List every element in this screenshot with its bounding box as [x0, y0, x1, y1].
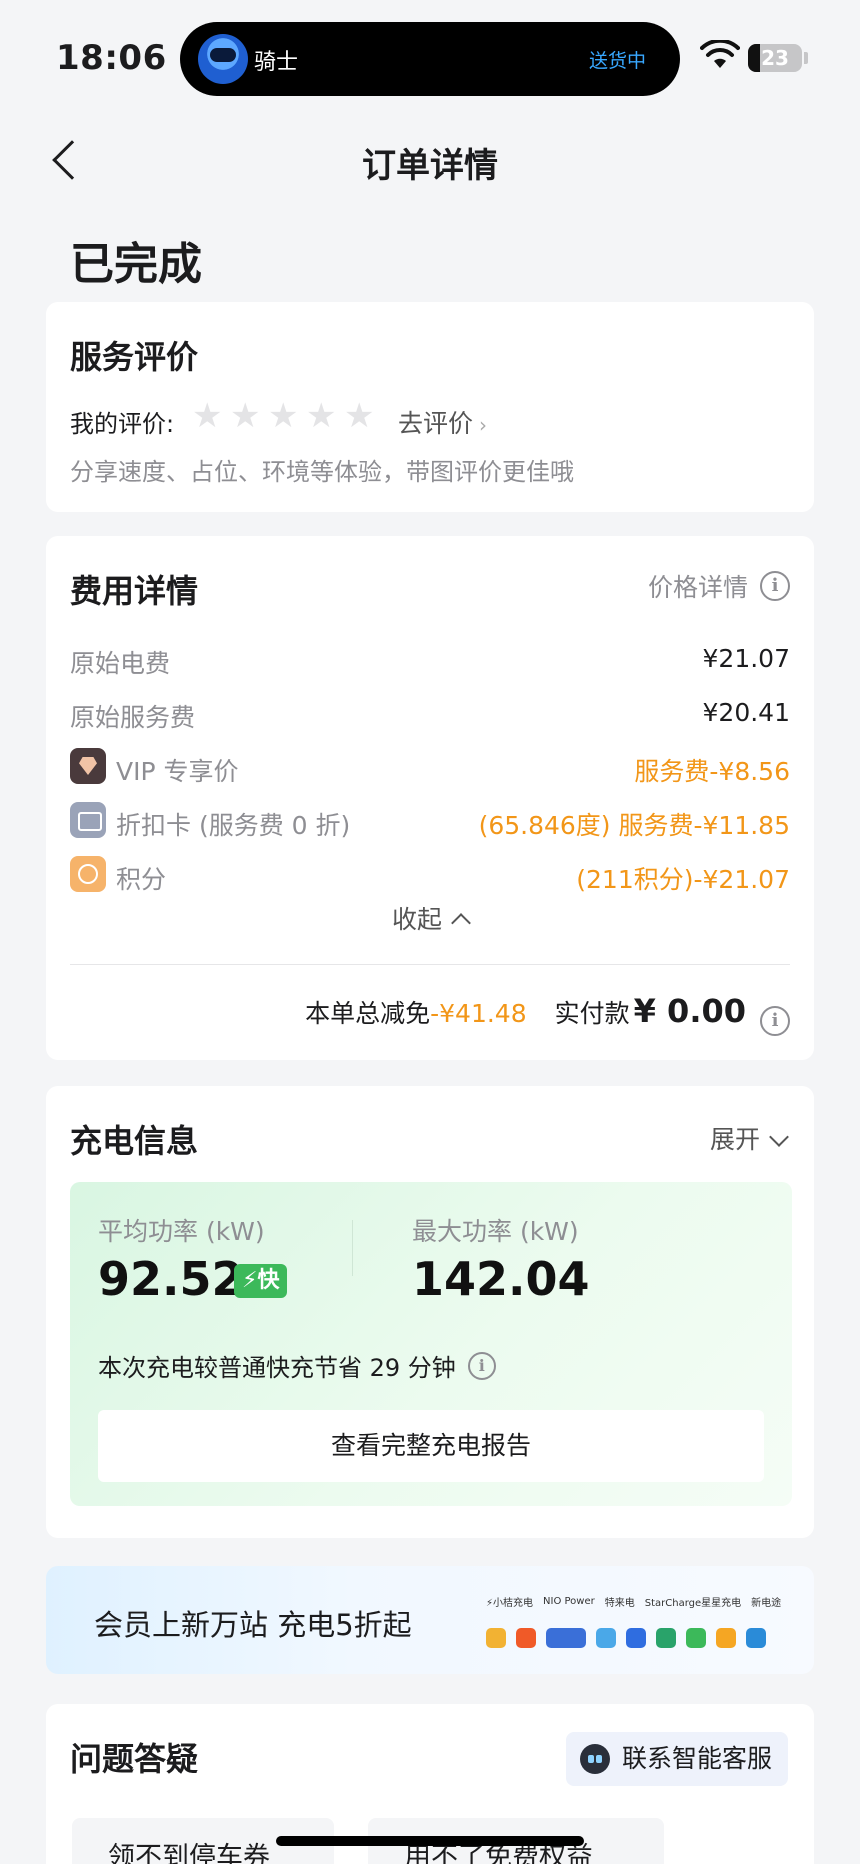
expand-toggle[interactable]: 展开: [709, 1120, 789, 1156]
fee-row-discount-card: 折扣卡 (服务费 0 折) (65.846度) 服务费-¥11.85: [70, 800, 790, 840]
robot-icon: [579, 1744, 610, 1774]
fee-row-points: 积分 (211积分)-¥21.07: [70, 854, 790, 894]
collapse-toggle[interactable]: 收起: [46, 900, 814, 936]
fee-row-electricity: 原始电费 ¥21.07: [70, 638, 790, 678]
status-bar: 18:06 骑士 送货中 23: [0, 0, 860, 110]
info-icon: i: [760, 571, 790, 601]
brand-icon: [656, 1628, 676, 1648]
avg-power-value: 92.52: [98, 1252, 244, 1306]
brand-icon: [626, 1628, 646, 1648]
brand-icon: [486, 1628, 506, 1648]
star-icon[interactable]: ★: [344, 398, 374, 434]
battery-icon: 23: [748, 44, 802, 72]
vip-icon: [70, 748, 106, 784]
payment-summary: 本单总减免 -¥41.48 实付款 ¥ 0.00 i: [305, 992, 790, 1036]
chevron-down-icon: [769, 1127, 789, 1147]
price-detail-label: 价格详情: [647, 573, 748, 602]
paid-amount: ¥ 0.00: [633, 992, 746, 1030]
star-icon[interactable]: ★: [230, 398, 260, 434]
page-title: 订单详情: [362, 146, 498, 186]
card-icon: [70, 802, 106, 838]
island-name: 骑士: [254, 50, 299, 75]
divider: [70, 964, 790, 965]
banner-text: 会员上新万站 充电5折起: [94, 1608, 412, 1642]
rating-hint: 分享速度、占位、环境等体验，带图评价更佳哦: [70, 458, 574, 486]
time-saved-note: 本次充电较普通快充节省 29 分钟 i: [98, 1348, 496, 1383]
fee-label: 积分: [116, 865, 167, 894]
membership-banner[interactable]: 会员上新万站 充电5折起 ⚡小桔充电 NIO Power 特来电 StarCha…: [46, 1566, 814, 1674]
brand-logo: NIO Power: [543, 1596, 595, 1607]
brand-icon: [596, 1628, 616, 1648]
charge-title: 充电信息: [70, 1122, 199, 1160]
expand-label: 展开: [709, 1125, 760, 1154]
star-icon[interactable]: ★: [268, 398, 298, 434]
brand-icon: [716, 1628, 736, 1648]
brand-logo: ⚡小桔充电: [486, 1598, 534, 1609]
order-status: 已完成: [70, 239, 202, 290]
dynamic-island[interactable]: 骑士 送货中: [180, 22, 680, 96]
brand-logos-row: ⚡小桔充电 NIO Power 特来电 StarCharge星星充电 新电途: [486, 1594, 781, 1609]
info-icon[interactable]: i: [467, 1351, 496, 1380]
contact-support-button[interactable]: 联系智能客服: [565, 1732, 788, 1786]
fee-label: 原始服务费: [70, 703, 196, 732]
home-indicator[interactable]: [276, 1836, 584, 1846]
service-rating-card: 服务评价 我的评价: ★ ★ ★ ★ ★ 去评价 › 分享速度、占位、环境等体验，…: [46, 302, 814, 512]
rating-title: 服务评价: [70, 338, 199, 376]
metric-divider: [352, 1220, 353, 1276]
full-report-button[interactable]: 查看完整充电报告: [98, 1410, 764, 1482]
fee-title: 费用详情: [70, 572, 199, 610]
fee-value: ¥20.41: [702, 698, 790, 727]
fee-details-card: 费用详情 价格详情 i 原始电费 ¥21.07 原始服务费 ¥20.41 VIP…: [46, 536, 814, 1060]
battery-level: 23: [761, 46, 789, 70]
faq-title: 问题答疑: [70, 1740, 199, 1778]
paid-label: 实付款: [554, 999, 630, 1028]
brand-icon: [546, 1628, 586, 1648]
charge-metrics-panel: 平均功率 (kW) 92.52 ⚡快 最大功率 (kW) 142.04 本次充电…: [70, 1182, 792, 1506]
time-saved-text: 本次充电较普通快充节省 29 分钟: [98, 1354, 456, 1382]
star-icon[interactable]: ★: [192, 398, 222, 434]
collapse-label: 收起: [391, 905, 442, 934]
brand-icon: [516, 1628, 536, 1648]
brand-logo: 新电途: [751, 1598, 782, 1609]
fee-value: ¥21.07: [702, 644, 790, 673]
fee-row-vip: VIP 专享价 服务费-¥8.56: [70, 746, 790, 786]
fee-label: 折扣卡 (服务费 0 折): [116, 811, 351, 840]
go-rate-link[interactable]: 去评价 ›: [398, 404, 487, 440]
points-icon: [70, 856, 106, 892]
avg-power-label: 平均功率 (kW): [98, 1217, 265, 1246]
fee-value: (211积分)-¥21.07: [576, 865, 790, 894]
max-power-label: 最大功率 (kW): [412, 1217, 579, 1246]
chevron-right-icon: ›: [479, 413, 488, 437]
brand-logo: StarCharge星星充电: [644, 1598, 742, 1609]
fee-row-service: 原始服务费 ¥20.41: [70, 692, 790, 732]
clock: 18:06: [56, 38, 167, 78]
chevron-up-icon: [451, 913, 471, 933]
price-detail-link[interactable]: 价格详情 i: [648, 568, 790, 604]
total-discount-value: -¥41.48: [430, 999, 527, 1028]
rider-avatar-icon: [198, 34, 248, 84]
max-power-value: 142.04: [412, 1252, 590, 1306]
fee-value: (65.846度) 服务费-¥11.85: [478, 811, 790, 840]
battery-tip: [804, 52, 808, 64]
brand-logo: 特来电: [604, 1598, 635, 1609]
total-discount-label: 本单总减免: [305, 999, 431, 1028]
fee-label: VIP 专享价: [116, 757, 239, 786]
brand-icons-row: [486, 1628, 766, 1648]
fee-value: 服务费-¥8.56: [634, 757, 790, 786]
go-rate-label: 去评价: [398, 409, 474, 438]
brand-icon: [686, 1628, 706, 1648]
info-icon[interactable]: i: [760, 1006, 790, 1036]
contact-support-label: 联系智能客服: [621, 1744, 772, 1773]
fast-charge-badge: ⚡快: [234, 1264, 288, 1298]
wifi-icon: [700, 40, 740, 68]
star-icon[interactable]: ★: [306, 398, 336, 434]
brand-icon: [746, 1628, 766, 1648]
island-status: 送货中: [588, 50, 646, 72]
charging-info-card: 充电信息 展开 平均功率 (kW) 92.52 ⚡快 最大功率 (kW) 142…: [46, 1086, 814, 1538]
my-rating-label: 我的评价:: [70, 410, 175, 438]
fee-label: 原始电费: [70, 649, 171, 678]
